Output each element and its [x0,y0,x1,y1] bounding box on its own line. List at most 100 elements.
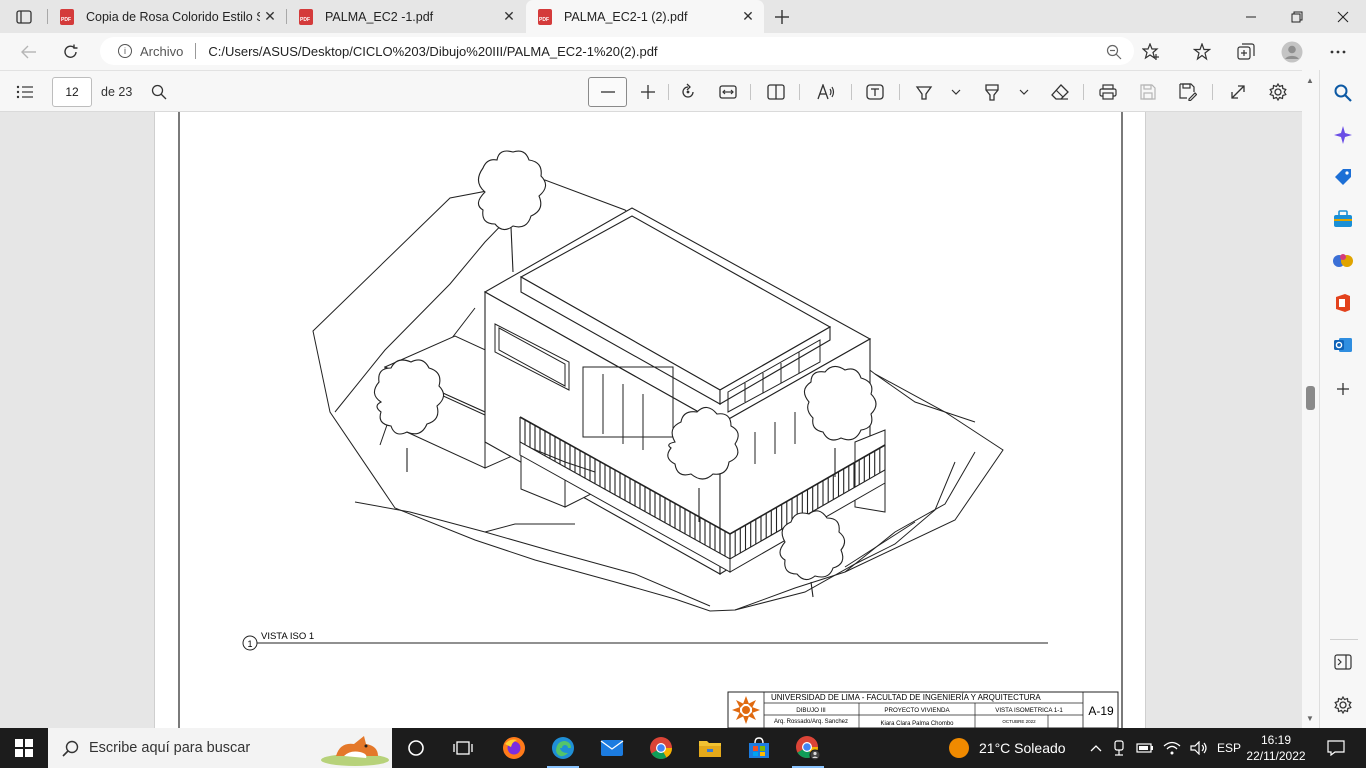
firefox-icon [503,737,525,759]
toolbox-icon [1334,210,1352,227]
taskbar-mail[interactable] [592,732,632,764]
add-text-button[interactable] [860,77,890,107]
sidebar-dock-button[interactable] [1332,651,1354,673]
read-aloud-button[interactable] [811,77,841,107]
shopping-tag-icon [1335,169,1351,185]
browser-tab-1[interactable]: Copia de Rosa Colorido Estilo Se ✕ [48,0,286,33]
close-tab-icon[interactable]: ✕ [499,8,519,25]
taskbar-edge[interactable] [543,732,583,768]
page-view-button[interactable] [761,77,791,107]
minimize-button[interactable] [1228,0,1274,33]
zoom-out-button[interactable] [588,77,627,107]
favorites-button[interactable] [1187,37,1217,67]
scroll-up-arrow[interactable]: ▲ [1306,76,1314,85]
speaker-icon[interactable] [1190,741,1208,755]
gear-icon [1269,83,1287,101]
address-url[interactable]: C:/Users/ASUS/Desktop/CICLO%203/Dibujo%2… [208,44,657,59]
battery-icon[interactable] [1136,741,1154,755]
taskbar-firefox[interactable] [494,732,534,764]
chevron-up-icon[interactable] [1090,744,1102,752]
taskbar-clock[interactable]: 16:19 22/11/2022 [1242,732,1310,764]
sheet-title: VISTA ISOMETRICA 1-1 [995,707,1063,714]
professors: Arq. Rossado/Arq. Sanchez [774,719,848,725]
zoom-in-button[interactable] [633,77,663,107]
refresh-button[interactable] [56,37,86,67]
language-indicator[interactable]: ESP [1217,741,1241,755]
scroll-down-arrow[interactable]: ▼ [1306,714,1314,723]
search-icon [1334,84,1352,102]
weather-widget[interactable]: 21°C Soleado [948,728,1066,768]
table-of-contents-button[interactable] [10,77,40,107]
new-tab-button[interactable] [766,4,798,30]
sidebar-outlook-button[interactable] [1332,334,1354,356]
tab-actions-button[interactable] [8,4,40,30]
tab-strip: Copia de Rosa Colorido Estilo Se ✕ PALMA… [0,0,1366,33]
scrollbar-thumb[interactable] [1306,386,1315,410]
taskbar-store[interactable] [739,732,779,764]
find-button[interactable] [144,77,174,107]
sidebar-shopping-button[interactable] [1332,166,1354,188]
sidebar-discover-button[interactable] [1332,124,1354,146]
task-view-button[interactable] [443,732,483,764]
fullscreen-button[interactable] [1223,77,1253,107]
tab-title: PALMA_EC2 -1.pdf [325,9,434,24]
notifications-button[interactable] [1316,732,1356,764]
cortana-button[interactable] [396,732,436,764]
meet-now-icon[interactable] [1111,740,1127,756]
collections-button[interactable] [1231,37,1261,67]
zoom-out-address-button[interactable] [1099,37,1129,67]
page-number-input[interactable]: 12 [52,77,92,107]
highlight-button[interactable] [977,77,1007,107]
taskbar-chrome[interactable] [641,732,681,764]
taskbar-chrome-profile[interactable] [788,732,828,768]
search-icon [62,740,79,757]
taskbar-search-box[interactable]: Escribe aquí para buscar [48,728,392,768]
eraser-icon [1051,84,1069,100]
address-bar[interactable]: i Archivo C:/Users/ASUS/Desktop/CICLO%20… [100,37,1134,65]
sun-icon [949,738,969,758]
browser-tab-3-active[interactable]: PALMA_EC2-1 (2).pdf ✕ [526,0,764,33]
minimize-icon [1246,16,1256,17]
sidebar-settings-button[interactable] [1332,694,1354,716]
star-add-icon [1142,43,1159,60]
weather-text: 21°C Soleado [979,740,1066,756]
mail-icon [600,740,624,756]
vertical-scrollbar[interactable]: ▲ ▼ [1302,70,1319,728]
save-button[interactable] [1133,77,1163,107]
sidebar-office-button[interactable] [1332,292,1354,314]
chevron-down-icon [1019,89,1029,95]
highlight-options-dropdown[interactable] [1011,77,1037,107]
cortana-circle-icon [408,740,424,756]
restore-button[interactable] [1274,0,1320,33]
sidebar-search-button[interactable] [1332,82,1354,104]
pdf-page: 1 VISTA ISO 1 UNIVERSIDAD DE LIMA - FACU… [154,112,1146,728]
close-tab-icon[interactable]: ✕ [260,8,280,25]
close-window-button[interactable] [1320,0,1366,33]
pdf-file-icon [538,8,552,25]
draw-options-dropdown[interactable] [943,77,969,107]
back-button[interactable] [14,37,44,67]
sidebar-games-button[interactable] [1332,250,1354,272]
save-as-button[interactable] [1173,77,1203,107]
pdf-settings-button[interactable] [1263,77,1293,107]
browser-tab-2[interactable]: PALMA_EC2 -1.pdf ✕ [287,0,525,33]
info-icon[interactable]: i [118,44,132,58]
add-favorite-button[interactable] [1136,37,1166,67]
settings-menu-button[interactable] [1323,37,1353,67]
close-icon [1337,11,1349,22]
close-tab-icon[interactable]: ✕ [738,8,758,25]
fit-to-page-button[interactable] [673,77,703,107]
edge-icon [552,737,574,759]
start-button[interactable] [4,732,44,764]
profile-button[interactable] [1277,37,1307,67]
wifi-icon[interactable] [1163,741,1181,755]
task-view-icon [453,741,473,755]
taskbar-file-explorer[interactable] [690,732,730,764]
fit-width-button[interactable] [713,77,743,107]
pdf-viewer[interactable]: 1 VISTA ISO 1 UNIVERSIDAD DE LIMA - FACU… [0,112,1302,728]
sidebar-tools-button[interactable] [1332,208,1354,230]
erase-button[interactable] [1045,77,1075,107]
draw-button[interactable] [909,77,939,107]
print-button[interactable] [1093,77,1123,107]
sidebar-add-button[interactable] [1332,378,1354,400]
